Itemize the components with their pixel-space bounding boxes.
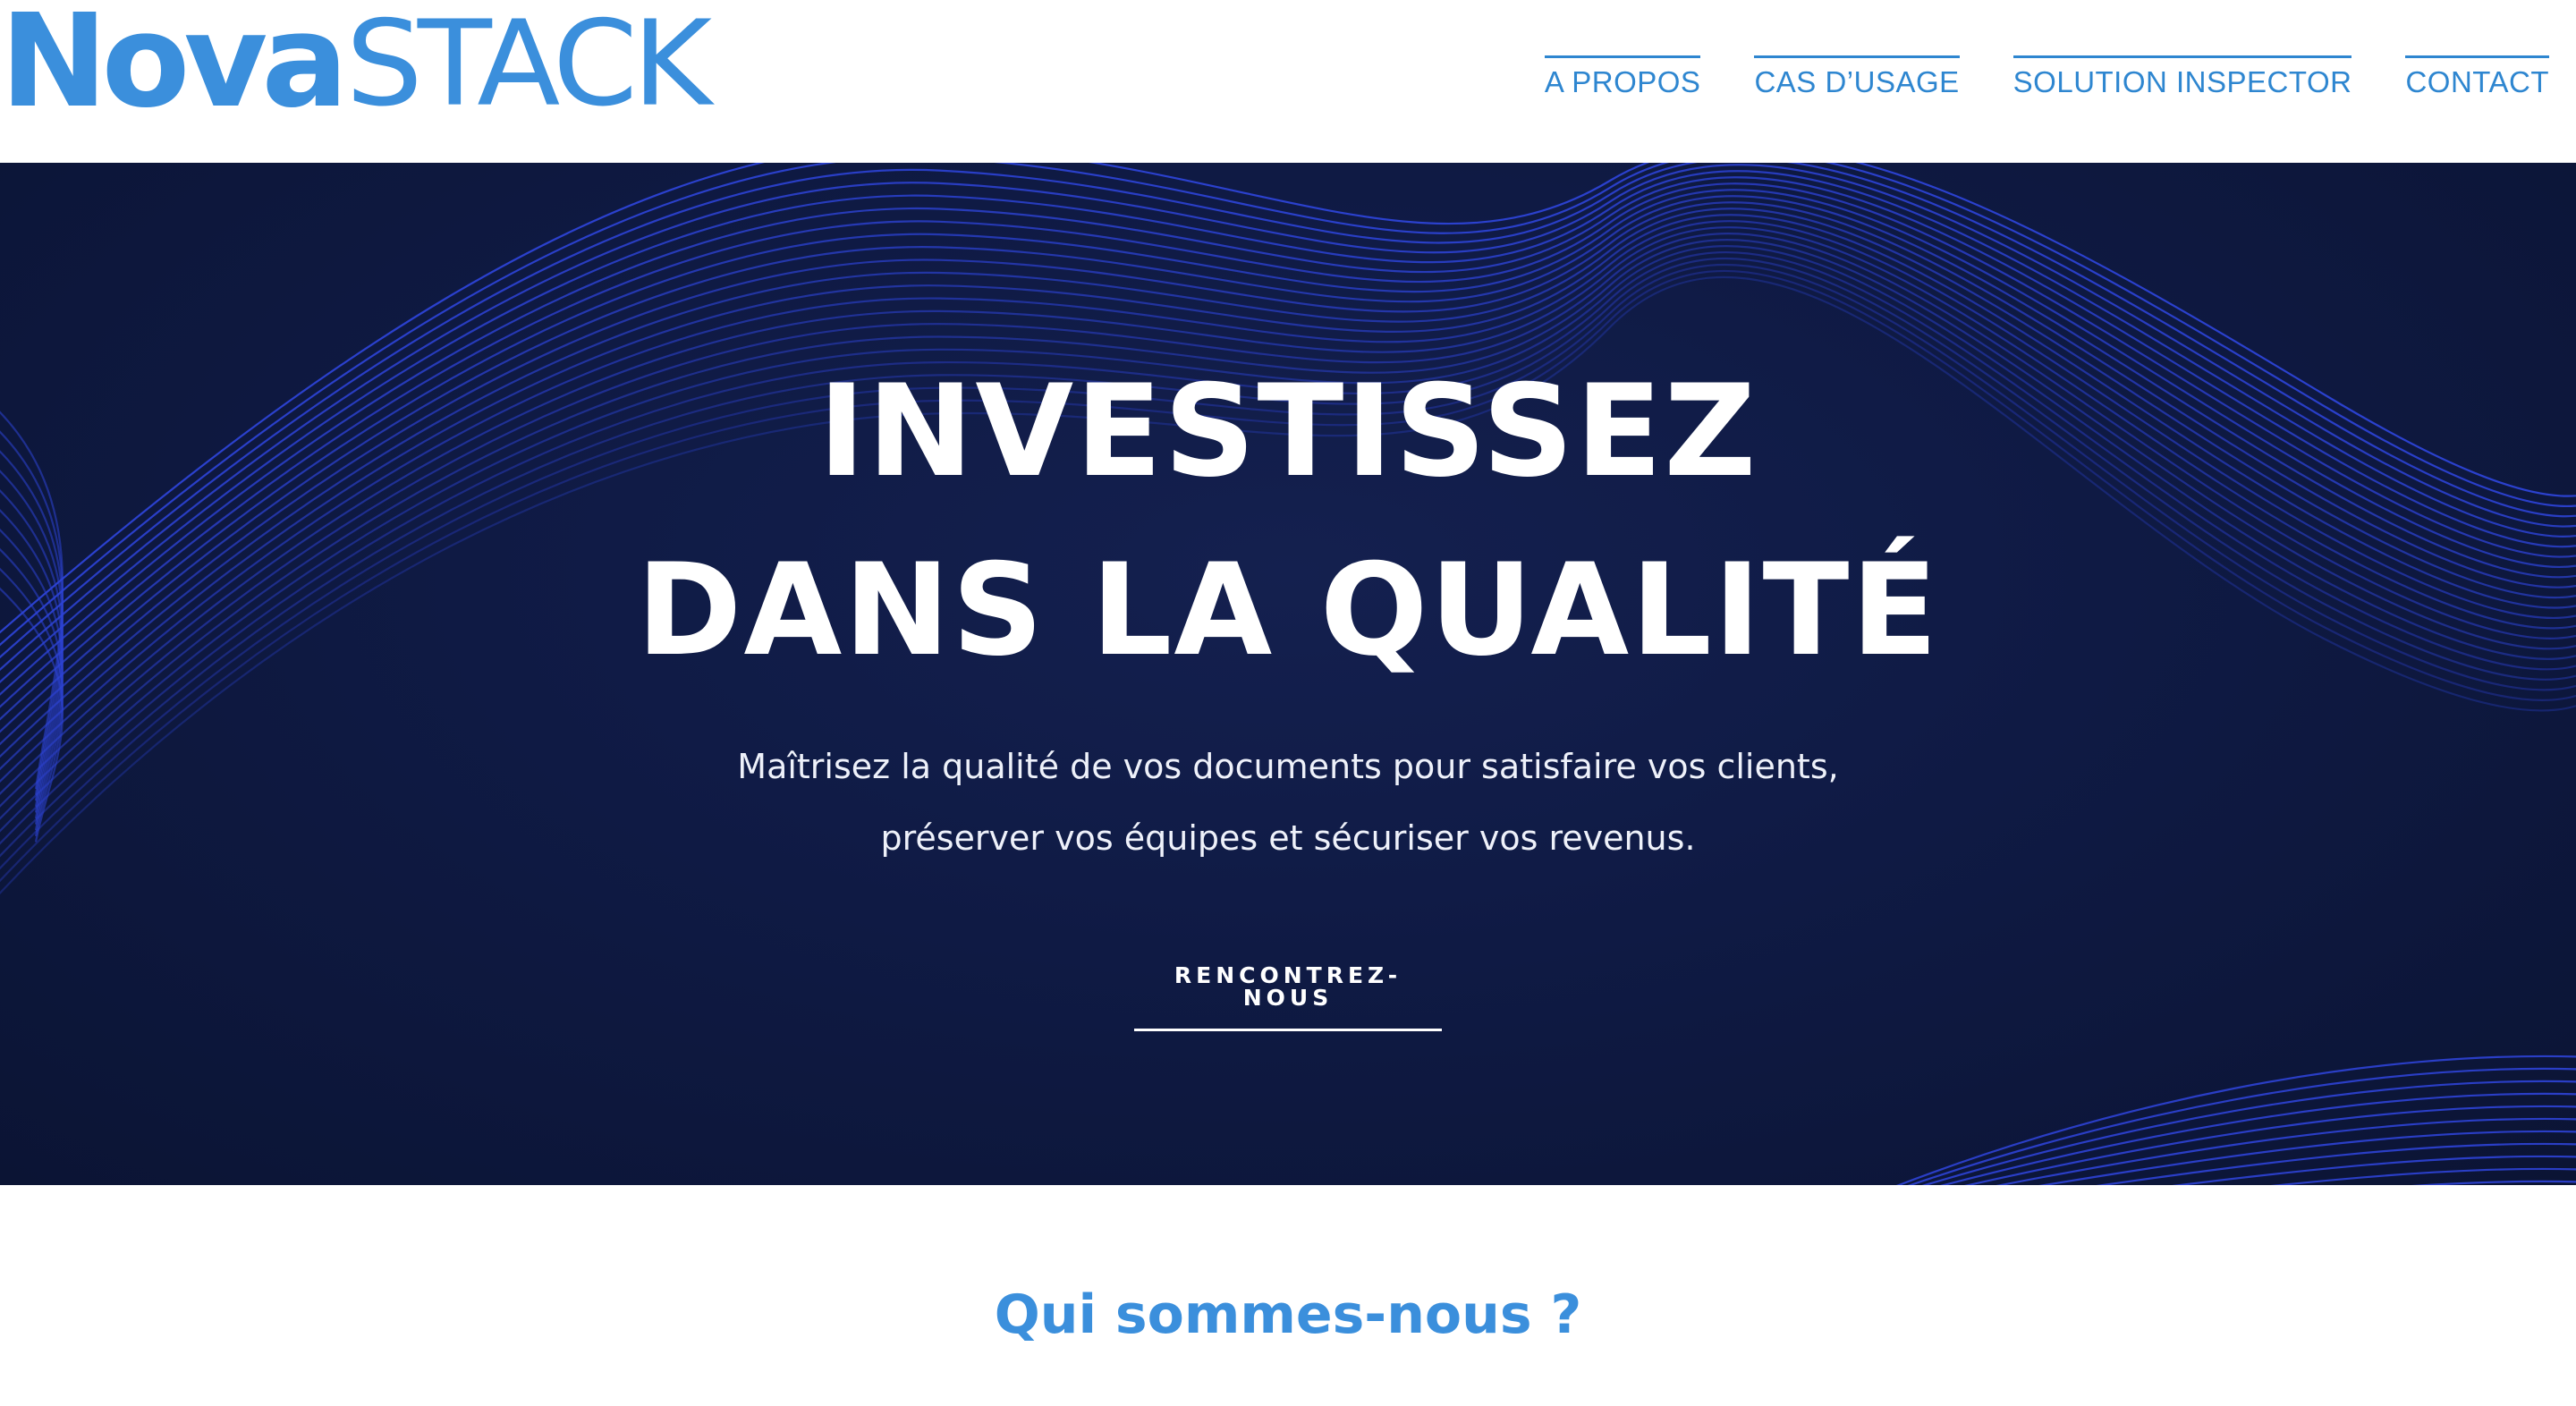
hero-subtitle-line-2: préserver vos équipes et sécuriser vos r…: [880, 818, 1696, 858]
main-navigation: A PROPOS CAS D’USAGE SOLUTION INSPECTOR …: [1544, 55, 2549, 97]
hero-title-line-1: INVESTISSEZ: [818, 358, 1758, 505]
section-title-qui-sommes-nous: Qui sommes-nous ?: [994, 1283, 1582, 1346]
nav-link-solution-inspector[interactable]: SOLUTION INSPECTOR: [2012, 55, 2352, 97]
nav-link-a-propos[interactable]: A PROPOS: [1544, 55, 1701, 97]
rencontrez-nous-button[interactable]: RENCONTREZ-NOUS: [1134, 964, 1442, 1031]
hero-title-line-2: DANS LA QUALITÉ: [636, 537, 1940, 684]
hero-subtitle-line-1: Maîtrisez la qualité de vos documents po…: [737, 747, 1839, 786]
wave-line: [0, 220, 2576, 783]
wave-line: [0, 226, 2576, 796]
nav-link-cas-usage[interactable]: CAS D’USAGE: [1754, 55, 1960, 97]
nav-link-contact[interactable]: CONTACT: [2405, 55, 2549, 97]
novastack-logo[interactable]: Nova STACK: [0, 0, 712, 125]
hero-banner: INVESTISSEZ DANS LA QUALITÉ Maîtrisez la…: [0, 163, 2576, 1185]
logo-text-nova: Nova: [0, 0, 348, 136]
wave-line: [1996, 1117, 2576, 1185]
site-header: Nova STACK A PROPOS CAS D’USAGE SOLUTION…: [0, 0, 2576, 163]
wave-line: [1907, 1067, 2576, 1185]
logo-text-stack: STACK: [345, 0, 712, 133]
